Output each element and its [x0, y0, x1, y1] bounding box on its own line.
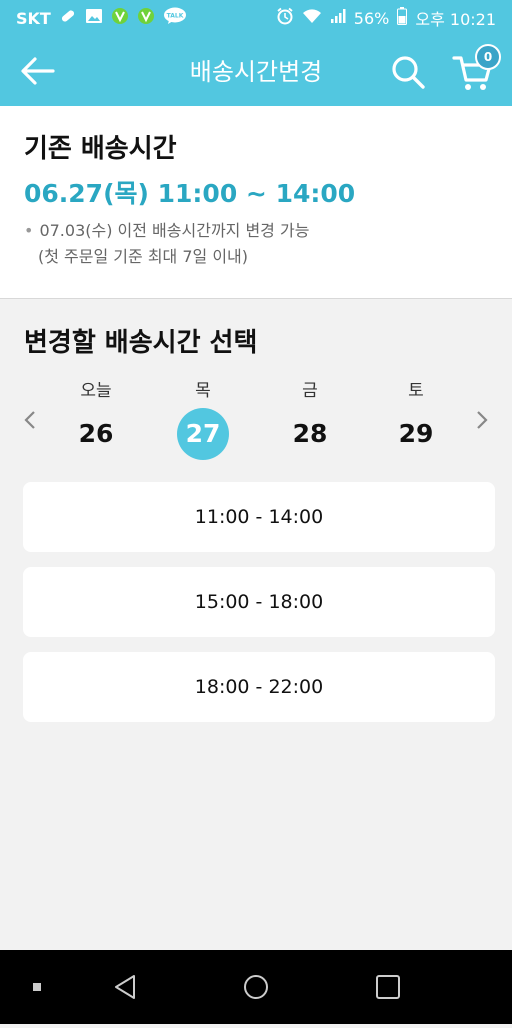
circle-home-icon	[244, 975, 268, 999]
day-number: 29	[398, 419, 434, 448]
battery-icon	[397, 7, 408, 29]
status-bar: SKT TALK 56% 오후 10:21	[0, 0, 512, 36]
current-delivery-title: 기존 배송시간	[24, 134, 177, 164]
day-number: 28	[292, 419, 328, 448]
time-slot-option[interactable]: 18:00 - 22:00	[23, 652, 495, 722]
clock: 오후 10:21	[415, 10, 496, 29]
bullet-dot: •	[24, 221, 34, 240]
wifi-icon	[302, 8, 322, 28]
notice-line-1: 07.03(수) 이전 배송시간까지 변경 가능	[39, 221, 310, 240]
day-number: 26	[78, 419, 114, 448]
page-title: 배송시간변경	[189, 58, 323, 86]
day-option-today[interactable]: 오늘 26	[56, 378, 136, 460]
cart-count-badge: 0	[475, 44, 501, 70]
time-slot-option[interactable]: 11:00 - 14:00	[23, 482, 495, 552]
talk-icon-label: TALK	[166, 13, 183, 20]
nav-recents-button[interactable]	[368, 950, 408, 1024]
current-delivery-section: 기존 배송시간 06.27(목) 11:00 ~ 14:00 • 07.03(수)…	[0, 106, 512, 299]
square-recents-icon	[376, 975, 400, 999]
talk-icon: TALK	[163, 7, 187, 29]
square-dot-icon	[33, 983, 41, 991]
status-left: SKT TALK	[16, 7, 187, 29]
system-nav-bar	[0, 950, 512, 1024]
signal-icon	[330, 8, 346, 28]
change-notice: • 07.03(수) 이전 배송시간까지 변경 가능 (첫 주문일 기준 최대 7…	[24, 218, 309, 270]
current-delivery-time: 06.27(목) 11:00 ~ 14:00	[24, 179, 356, 208]
battery-percent: 56%	[353, 8, 390, 28]
next-week-button[interactable]	[472, 408, 492, 432]
triangle-back-icon	[115, 975, 135, 999]
notice-line-2: (첫 주문일 기준 최대 7일 이내)	[38, 247, 249, 266]
carrier-label: SKT	[16, 8, 51, 28]
search-button[interactable]	[390, 54, 426, 90]
v-app-icon	[137, 7, 155, 29]
day-label: 목	[195, 381, 211, 401]
v-app-icon	[111, 7, 129, 29]
day-label: 토	[408, 381, 424, 401]
nav-dot-button[interactable]	[26, 950, 50, 1024]
select-section-title: 변경할 배송시간 선택	[24, 328, 258, 358]
day-option-sat[interactable]: 토 29	[376, 378, 456, 460]
nav-home-button[interactable]	[236, 950, 276, 1024]
status-right: 56% 오후 10:21	[276, 6, 496, 30]
chevron-left-icon	[24, 411, 35, 429]
day-label: 금	[302, 381, 318, 401]
image-icon	[85, 8, 103, 28]
day-option-thu[interactable]: 목 27	[163, 378, 243, 460]
day-label: 오늘	[80, 381, 112, 401]
search-icon	[392, 56, 425, 89]
day-option-fri[interactable]: 금 28	[270, 378, 350, 460]
day-number-selected: 27	[177, 408, 229, 460]
time-slot-option[interactable]: 15:00 - 18:00	[23, 567, 495, 637]
prev-week-button[interactable]	[20, 408, 40, 432]
nav-back-button[interactable]	[106, 950, 146, 1024]
chevron-right-icon	[477, 411, 488, 429]
alarm-icon	[276, 7, 294, 29]
pill-icon	[59, 7, 77, 29]
app-bar: 배송시간변경 0	[0, 36, 512, 106]
